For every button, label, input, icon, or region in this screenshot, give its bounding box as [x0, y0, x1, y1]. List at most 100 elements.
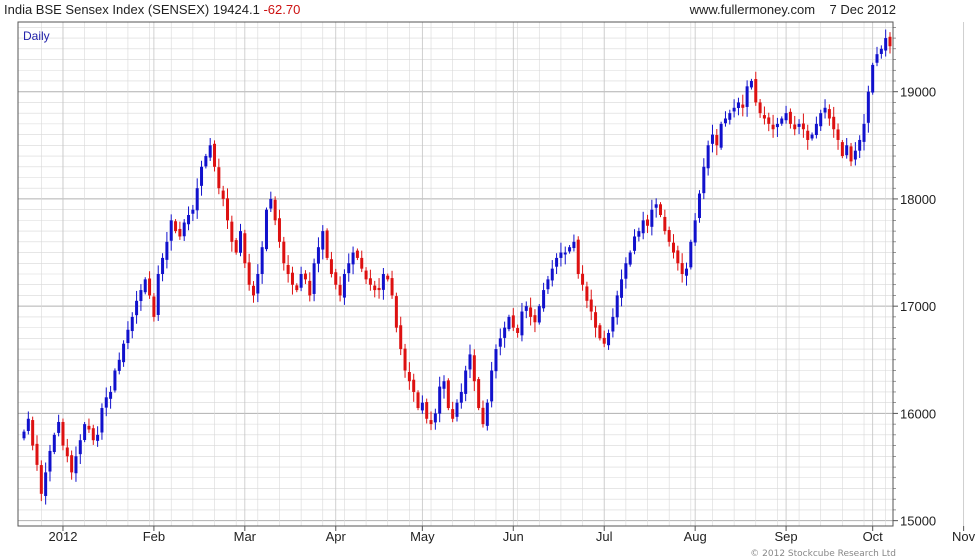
candle-body	[282, 241, 286, 264]
candle-body	[672, 242, 675, 253]
candle-body	[576, 239, 580, 274]
candle-body	[264, 209, 268, 250]
candle-body	[676, 250, 680, 264]
candle-body	[555, 257, 559, 267]
candle-body	[736, 102, 740, 109]
candle-body	[659, 204, 663, 216]
candle-body	[732, 107, 736, 112]
candle-body	[316, 247, 320, 264]
candle-body	[507, 316, 511, 330]
candle-body	[602, 337, 606, 344]
candle-body	[135, 300, 139, 316]
candle-body	[524, 306, 528, 311]
candle-body	[533, 315, 537, 323]
candle-body	[719, 123, 723, 148]
candle-body	[239, 231, 242, 253]
candle-body	[598, 325, 602, 339]
candle-body	[277, 218, 281, 242]
candle-body	[780, 118, 784, 124]
candle-body	[490, 370, 494, 402]
candle-body	[243, 233, 247, 264]
candle-body	[646, 219, 650, 226]
candle-body	[394, 296, 398, 328]
candle-body	[104, 397, 108, 408]
candle-body	[44, 472, 48, 496]
candle-body	[122, 343, 126, 363]
candle-body	[749, 80, 753, 88]
candle-body	[758, 102, 762, 114]
candle-body	[442, 381, 446, 389]
candle-body	[256, 274, 260, 294]
candle-body	[74, 456, 78, 474]
candle-body	[165, 241, 169, 260]
candle-body	[182, 222, 186, 237]
candle-body	[464, 370, 468, 394]
candle-body	[862, 123, 866, 142]
copyright-notice: © 2012 Stockcube Research Ltd	[750, 549, 896, 559]
candle-body	[130, 316, 134, 332]
candle-body	[836, 129, 840, 140]
candle-body	[152, 296, 156, 317]
candle-body	[260, 247, 264, 274]
candle-body	[303, 273, 307, 280]
candle-body	[485, 402, 489, 426]
candle-body	[529, 307, 533, 317]
candle-body	[22, 431, 26, 439]
candle-body	[217, 167, 221, 189]
candle-body	[477, 379, 481, 409]
candle-body	[148, 278, 152, 296]
candle-body	[204, 156, 208, 167]
candle-body	[338, 284, 342, 296]
candle-body	[728, 113, 732, 120]
candle-body	[226, 198, 230, 221]
candle-body	[368, 278, 372, 285]
candle-body	[329, 259, 333, 274]
candle-body	[667, 230, 671, 242]
candle-body	[174, 221, 178, 232]
candle-body	[65, 447, 69, 457]
candle-body	[546, 279, 550, 290]
candle-body	[390, 278, 394, 296]
x-tick-label: Jun	[503, 529, 524, 544]
candle-body	[295, 285, 299, 291]
candle-body	[373, 285, 377, 291]
candle-body	[191, 209, 195, 214]
candle-body	[706, 145, 710, 169]
period-label: Daily	[23, 29, 50, 43]
candle-body	[113, 370, 117, 391]
candle-body	[31, 420, 35, 446]
candle-body	[178, 228, 182, 237]
candle-body	[697, 193, 701, 219]
candle-body	[377, 287, 381, 291]
x-tick-label: 2012	[49, 529, 78, 544]
candle-body	[516, 328, 520, 333]
candle-body	[57, 421, 61, 433]
candle-body	[308, 280, 312, 296]
candle-body	[594, 312, 598, 328]
candle-body	[607, 332, 611, 346]
candle-body	[684, 268, 688, 276]
candle-body	[801, 123, 805, 130]
x-tick-label: Aug	[684, 529, 707, 544]
candle-body	[767, 117, 771, 124]
candle-body	[251, 285, 255, 296]
candle-body	[87, 425, 91, 430]
y-tick-label: 17000	[900, 299, 936, 314]
candle-body	[446, 380, 450, 409]
candle-body	[468, 354, 472, 370]
candle-body	[139, 290, 143, 302]
y-tick-label: 19000	[900, 85, 936, 100]
candle-body	[290, 272, 294, 285]
candle-body	[403, 348, 407, 371]
candle-body	[866, 91, 870, 123]
candle-body	[143, 279, 147, 293]
candle-body	[503, 327, 507, 338]
candle-body	[70, 455, 74, 473]
candle-body	[481, 407, 485, 425]
candle-body	[213, 143, 217, 167]
candle-body	[351, 252, 355, 265]
candle-body	[633, 236, 637, 251]
candle-body	[273, 199, 277, 221]
candle-body	[334, 272, 338, 285]
candle-body	[568, 247, 572, 252]
